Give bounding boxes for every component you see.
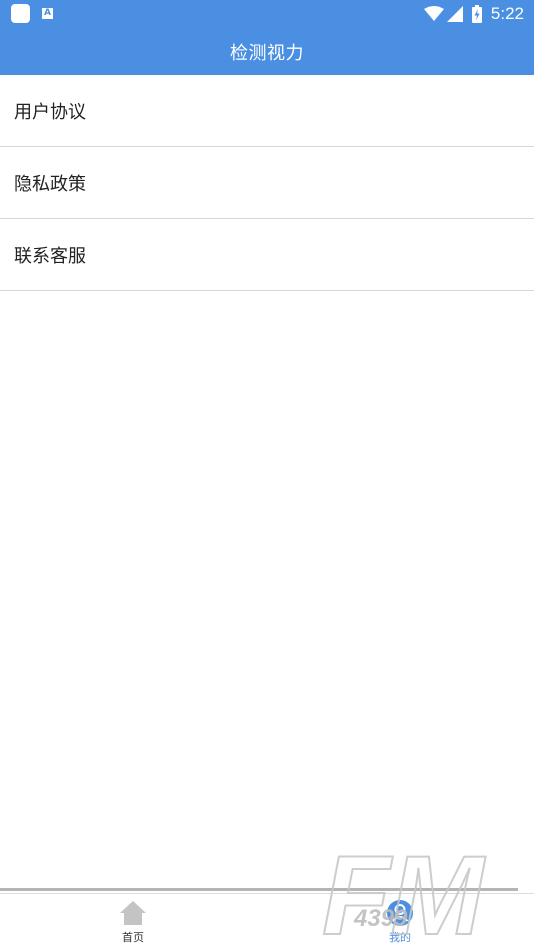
wifi-icon — [423, 6, 444, 22]
tab-home-label: 首页 — [122, 931, 144, 944]
watermark-number: 4399 — [353, 905, 408, 932]
app-icon — [11, 4, 30, 23]
menu-list: 用户协议 隐私政策 联系客服 — [0, 75, 534, 291]
menu-item-label: 用户协议 — [14, 101, 86, 123]
menu-item-contact-support[interactable]: 联系客服 — [0, 219, 534, 291]
status-time: 5:22 — [490, 4, 524, 23]
menu-item-label: 联系客服 — [14, 245, 86, 267]
screen: A 5:22 检测视力 用户协议 隐私政策 联系客服 首页 我的 FM 4399 — [0, 0, 534, 950]
menu-item-user-agreement[interactable]: 用户协议 — [0, 75, 534, 147]
tab-home[interactable]: 首页 — [93, 894, 173, 950]
home-icon — [119, 899, 147, 927]
menu-item-label: 隐私政策 — [14, 173, 86, 195]
menu-item-privacy-policy[interactable]: 隐私政策 — [0, 147, 534, 219]
watermark-logo: FM 4399 — [321, 836, 487, 941]
app-bar: 检测视力 — [0, 28, 534, 75]
battery-icon — [471, 5, 482, 23]
signal-icon — [446, 6, 463, 22]
system-icons: 5:22 — [423, 3, 524, 25]
notification-icons: A — [11, 4, 53, 23]
status-bar: A 5:22 — [0, 0, 534, 28]
a-icon: A — [42, 8, 53, 19]
page-title: 检测视力 — [230, 42, 304, 64]
